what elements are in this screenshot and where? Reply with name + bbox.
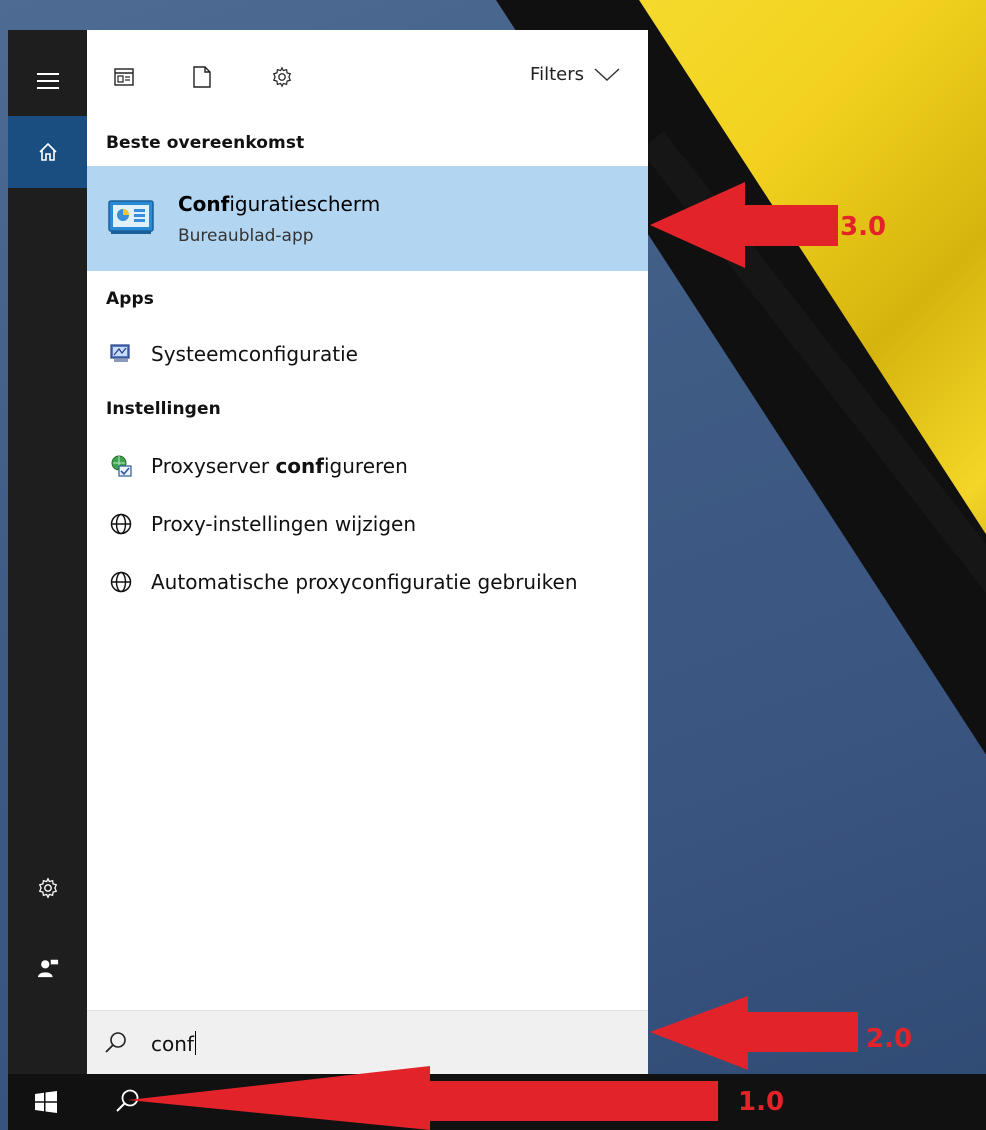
annotation-label-3: 3.0 (840, 212, 887, 242)
annotation-label-1: 1.0 (738, 1087, 785, 1117)
annotation-arrow-3 (128, 182, 858, 1130)
annotation-label-2: 2.0 (866, 1024, 913, 1054)
